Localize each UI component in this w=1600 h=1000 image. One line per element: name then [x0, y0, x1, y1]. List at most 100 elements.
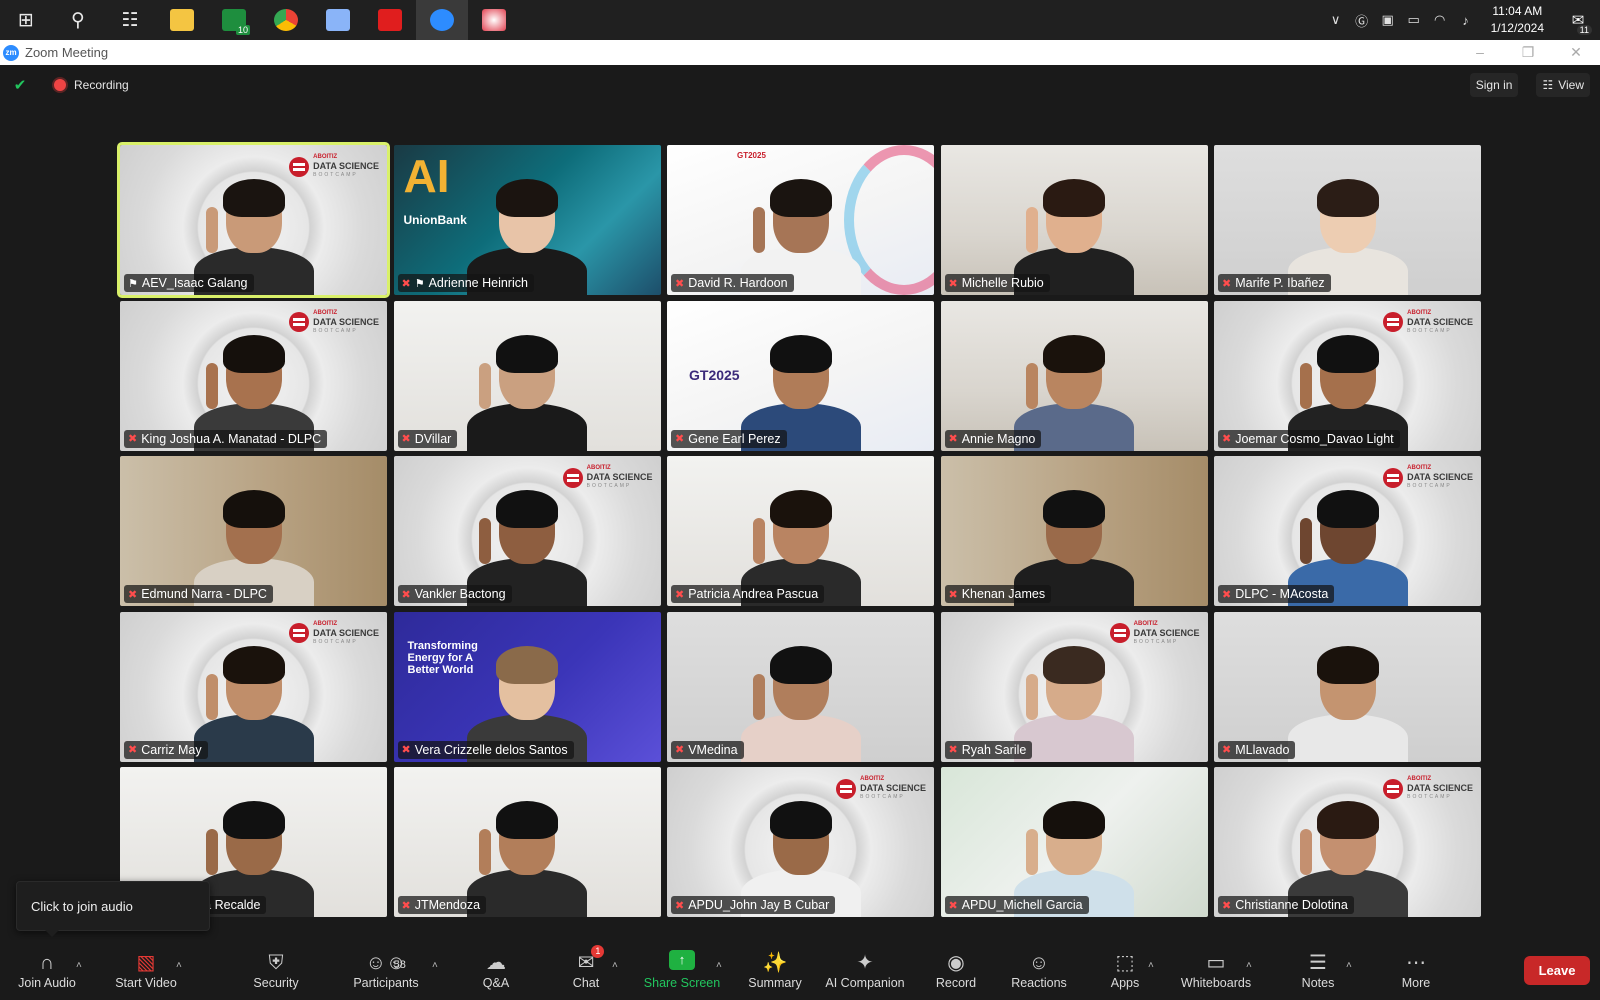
participant-tile[interactable]: ✖ Michelle Rubio [940, 145, 1208, 295]
participant-tile[interactable]: GT2025 ✖ Gene Earl Perez [667, 300, 934, 451]
participant-hair [769, 490, 832, 528]
join-audio-tooltip: Click to join audio [16, 881, 210, 937]
participants-options-caret[interactable]: ˄ [432, 938, 438, 994]
participant-video [1287, 634, 1408, 762]
participant-name-bar: ✖ JTMendoza [397, 896, 487, 914]
participant-tile[interactable]: Transforming Energy for A Better World ✖ V… [393, 611, 661, 762]
mic-muted-icon: ✖ [128, 433, 138, 445]
pdf-reader-icon[interactable] [364, 0, 416, 40]
notification-center-icon[interactable]: ✉ 11 [1556, 11, 1600, 35]
whiteboards-button[interactable]: ▭ Whiteboards [1176, 942, 1256, 998]
share-options-caret[interactable]: ˄ [716, 938, 722, 994]
taskbar-clock[interactable]: 11:04 AM 1/12/2024 [1479, 3, 1556, 37]
zoom-taskbar-icon[interactable] [416, 0, 468, 40]
participant-tile[interactable]: ABOITIZ DATA SCIENCE BOOTCAMP ✖ Vankler Bact… [393, 456, 661, 606]
participant-tile[interactable]: ✖ Edmund Narra - DLPC [120, 456, 387, 606]
file-explorer-icon[interactable] [156, 0, 208, 40]
mic-muted-icon: ✖ [1222, 744, 1232, 756]
logo-line-2: DATA SCIENCE [313, 316, 379, 327]
grid-icon: ☷ [1542, 78, 1554, 92]
chat-button[interactable]: ✉ 1 Chat [570, 942, 605, 998]
windows-start-icon[interactable]: ⊞ [0, 0, 52, 40]
participant-tile[interactable]: GT2025 ✖ David R. Hardoon [667, 145, 934, 295]
participant-name-bar: ✖ Gene Earl Perez [671, 429, 787, 448]
participant-hair [1043, 801, 1105, 839]
search-icon[interactable]: ⚲ [52, 0, 104, 40]
leave-button[interactable]: Leave [1524, 956, 1590, 985]
apps-label: Apps [1110, 976, 1140, 990]
participant-tile[interactable]: ✖ Patricia Andrea Pascua [667, 456, 934, 606]
chat-options-caret[interactable]: ˄ [612, 938, 618, 994]
snipping-tool-icon[interactable] [468, 0, 520, 40]
audio-options-caret[interactable]: ˄ [76, 938, 82, 994]
start-video-button[interactable]: ▧ Start Video [110, 942, 182, 998]
task-view-icon[interactable]: ☷ [104, 0, 156, 40]
close-icon[interactable]: ✕ [1552, 44, 1600, 61]
participant-name-bar: ✖ Patricia Andrea Pascua [671, 585, 825, 603]
participant-name-bar: ✖ Carriz May [124, 740, 208, 759]
participant-tile[interactable]: ✖ Marife P. Ibañez [1214, 145, 1481, 295]
notes-button[interactable]: ☰ Notes [1298, 942, 1338, 998]
wifi-icon[interactable]: ◠ [1427, 12, 1453, 28]
spreadsheet-app-icon[interactable]: 10 [208, 0, 260, 40]
aboitiz-logo-text: ABOITIZ DATA SCIENCE BOOTCAMP [313, 309, 379, 336]
notes-app-icon[interactable] [312, 0, 364, 40]
ai-companion-label: AI Companion [825, 976, 905, 990]
minimize-icon[interactable]: – [1456, 44, 1504, 61]
participant-tile[interactable]: ✖ Annie Magno [940, 300, 1208, 451]
participant-tile[interactable]: ✖ JTMendoza [393, 767, 661, 917]
headphones-icon: ∩ [39, 952, 55, 974]
participant-hair [769, 179, 832, 217]
reactions-button[interactable]: ☺ Reactions [1008, 942, 1070, 998]
restore-icon[interactable]: ❐ [1504, 44, 1552, 61]
participant-tile[interactable]: ABOITIZ DATA SCIENCE BOOTCAMP ✖ Carriz May [120, 611, 387, 762]
participant-tile[interactable]: AI UnionBank ✖ ⚑ Adrienne Heinrich [393, 145, 661, 295]
more-button[interactable]: ⋯ More [1396, 942, 1436, 998]
participant-tile[interactable]: ABOITIZ DATA SCIENCE BOOTCAMP ⚑ AEV_Isaac Ga… [117, 142, 390, 298]
apps-button[interactable]: ⬚ Apps [1108, 942, 1142, 998]
security-button[interactable]: ⛨ Security [250, 942, 302, 998]
participant-tile[interactable]: ABOITIZ DATA SCIENCE BOOTCAMP ✖ Joemar Cosmo… [1214, 300, 1481, 451]
ai-companion-button[interactable]: ✦ AI Companion [822, 942, 908, 998]
qa-button[interactable]: ☁ Q&A [480, 942, 512, 998]
security-shield-icon[interactable]: ✔ [10, 75, 30, 95]
battery-icon[interactable]: ▭ [1401, 12, 1427, 28]
participant-tile[interactable]: ✖ VMedina [667, 611, 934, 762]
join-audio-button[interactable]: ∩ Join Audio [16, 942, 78, 998]
participant-tile[interactable]: ✖ DVillar [393, 300, 661, 451]
chevron-up-icon[interactable]: ∨ [1323, 12, 1349, 28]
screen-icon[interactable]: ▣ [1375, 12, 1401, 28]
participant-tile[interactable]: ✖ APDU_Michell Garcia [940, 767, 1208, 917]
grammarly-icon[interactable]: Ⓖ [1349, 11, 1375, 30]
participant-tile[interactable]: ✖ Khenan James [940, 456, 1208, 606]
participant-tile[interactable]: ✖ MLlavado [1214, 611, 1481, 762]
pin-icon: ⚑ [414, 277, 425, 290]
apps-options-caret[interactable]: ˄ [1148, 938, 1154, 994]
participant-hair [222, 179, 285, 217]
participant-tile[interactable]: ABOITIZ DATA SCIENCE BOOTCAMP ✖ DLPC - MAcos… [1214, 456, 1481, 606]
record-button[interactable]: ◉ Record [932, 942, 980, 998]
participant-tile[interactable]: ABOITIZ DATA SCIENCE BOOTCAMP ✖ APDU_John Ja… [667, 767, 934, 917]
share-screen-button[interactable]: ↑ Share Screen [642, 942, 722, 998]
participant-tile[interactable]: ABOITIZ DATA SCIENCE BOOTCAMP ✖ King Joshua … [120, 300, 387, 451]
chevron-up-icon: ˄ [1148, 960, 1154, 971]
view-label: View [1558, 78, 1584, 92]
raised-finger [1026, 673, 1038, 720]
sign-in-button[interactable]: Sign in [1469, 73, 1519, 97]
pin-icon: ⚑ [128, 277, 138, 290]
recording-label[interactable]: Recording [74, 78, 129, 92]
participants-button[interactable]: ☺☺ 58 Participants [350, 942, 422, 998]
raised-finger [1026, 362, 1038, 409]
volume-icon[interactable]: ♪ [1453, 13, 1479, 28]
chrome-icon[interactable] [260, 0, 312, 40]
whiteboards-options-caret[interactable]: ˄ [1246, 938, 1252, 994]
video-options-caret[interactable]: ˄ [176, 938, 182, 994]
notes-options-caret[interactable]: ˄ [1346, 938, 1352, 994]
participant-name: King Joshua A. Manatad - DLPC [141, 431, 322, 446]
participant-tile[interactable]: ABOITIZ DATA SCIENCE BOOTCAMP ✖ Ryah Sarile [940, 611, 1208, 762]
summary-button[interactable]: ✨ Summary [746, 942, 804, 998]
participant-tile[interactable]: ABOITIZ DATA SCIENCE BOOTCAMP ✖ Christianne … [1214, 767, 1481, 917]
logo-line-3: BOOTCAMP [313, 172, 358, 178]
view-button[interactable]: ☷ View [1536, 73, 1590, 97]
logo-line-2: DATA SCIENCE [860, 783, 926, 793]
